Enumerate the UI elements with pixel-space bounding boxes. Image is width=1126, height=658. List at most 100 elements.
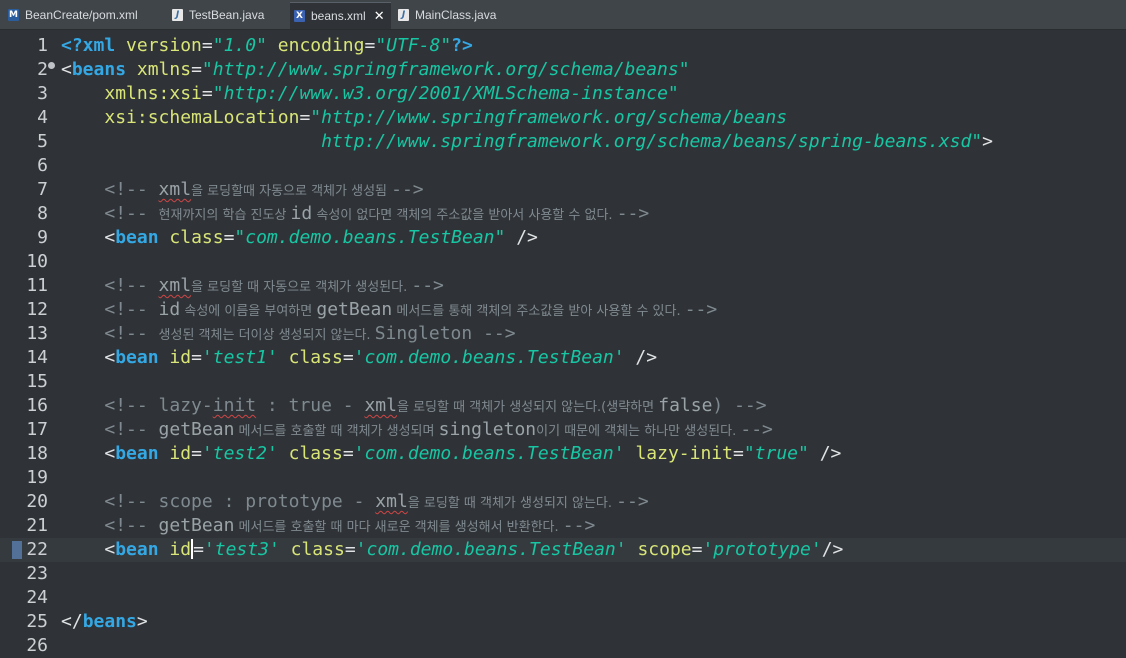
code-token: class xyxy=(288,443,343,464)
fold-marker-icon[interactable] xyxy=(48,62,55,69)
code-line[interactable]: 4 xsi:schemaLocation="http://www.springf… xyxy=(0,106,1126,130)
code-token: "UTF-8" xyxy=(375,35,452,56)
code-line[interactable]: 22 <bean id ='test3' class='com.demo.bean… xyxy=(0,538,1126,562)
code-token: 'test3' xyxy=(203,539,280,560)
line-number: 8 xyxy=(37,203,48,224)
code-line[interactable]: 18 <bean id='test2' class='com.demo.bean… xyxy=(0,442,1126,466)
code-line[interactable]: 3 xmlns:xsi="http://www.w3.org/2001/XMLS… xyxy=(0,82,1126,106)
code-token: --> xyxy=(411,275,444,296)
code-token: id xyxy=(169,539,192,560)
code-text: <!-- getBean 메서드를 호출할 때 마다 새로운 객체를 생성해서 … xyxy=(61,514,595,540)
code-text: <bean class="com.demo.beans.TestBean" /> xyxy=(61,226,538,250)
code-token: xsi:schemaLocation xyxy=(104,107,300,128)
line-number: 20 xyxy=(26,491,48,512)
code-token: = xyxy=(201,35,213,56)
code-token: beans xyxy=(71,59,127,80)
code-line[interactable]: 19 xyxy=(0,466,1126,490)
line-number: 12 xyxy=(26,299,48,320)
code-token: 'com.demo.beans.TestBean' xyxy=(353,443,625,464)
code-token: <!-- xyxy=(104,275,159,296)
code-token: /> xyxy=(624,347,658,368)
editor-tab-bar: M BeanCreate/pom.xml J TestBean.java X b… xyxy=(0,0,1126,30)
line-number: 5 xyxy=(37,131,48,152)
code-line[interactable]: 14 <bean id='test1' class='com.demo.bean… xyxy=(0,346,1126,370)
code-token: "true" xyxy=(743,443,809,464)
code-line[interactable]: 6 xyxy=(0,154,1126,178)
line-number: 4 xyxy=(37,107,48,128)
code-line[interactable]: 9 <bean class="com.demo.beans.TestBean" … xyxy=(0,226,1126,250)
code-line[interactable]: 8 <!-- 현재까지의 학습 진도상 id 속성이 없다면 객체의 주소값을 … xyxy=(0,202,1126,226)
code-token: class xyxy=(290,539,345,560)
code-token: <!-- xyxy=(104,299,159,320)
line-number: 17 xyxy=(26,419,48,440)
code-token: false xyxy=(658,395,713,416)
code-editor[interactable]: 1 <?xml version="1.0" encoding="UTF-8"?> 2… xyxy=(0,30,1126,656)
code-token: xml xyxy=(158,179,192,200)
code-token: = xyxy=(691,539,703,560)
tab-mainclass-java[interactable]: J MainClass.java xyxy=(398,3,496,27)
code-line[interactable]: 1 <?xml version="1.0" encoding="UTF-8"?> xyxy=(0,34,1126,58)
line-number: 24 xyxy=(26,587,48,608)
code-line[interactable]: 15 xyxy=(0,370,1126,394)
code-line[interactable]: 20 <!-- scope : prototype - xml을 로딩할 때 객… xyxy=(0,490,1126,514)
code-token: --> xyxy=(391,179,424,200)
code-token: bean xyxy=(115,539,159,560)
code-token: bean xyxy=(115,443,159,464)
code-token: id xyxy=(169,347,192,368)
code-token: xml xyxy=(158,275,192,296)
tab-testbean-java[interactable]: J TestBean.java xyxy=(172,3,264,27)
code-token: </ xyxy=(61,611,83,632)
code-line[interactable]: 23 xyxy=(0,562,1126,586)
code-text: <!-- xml을 로딩할 때 자동으로 객체가 생성된다. --> xyxy=(61,274,444,300)
code-line[interactable]: 13 <!-- 생성된 객체는 더이상 생성되지 않는다. Singleton … xyxy=(0,322,1126,346)
code-token: 'com.demo.beans.TestBean' xyxy=(353,347,625,368)
code-line[interactable]: 21 <!-- getBean 메서드를 호출할 때 마다 새로운 객체를 생성… xyxy=(0,514,1126,538)
code-token: <!-- xyxy=(104,515,159,536)
code-token: <!-- xyxy=(104,179,159,200)
code-line[interactable]: 24 xyxy=(0,586,1126,610)
code-text: <!-- 생성된 객체는 더이상 생성되지 않는다. Singleton --> xyxy=(61,322,515,348)
code-token: --> xyxy=(562,515,596,536)
code-line[interactable]: 7 <!-- xml을 로딩할때 자동으로 객체가 생성됨 --> xyxy=(0,178,1126,202)
code-line[interactable]: 17 <!-- getBean 메서드를 호출할 때 객체가 생성되며 sing… xyxy=(0,418,1126,442)
code-token: <!-- lazy- xyxy=(104,395,213,416)
code-token: = xyxy=(191,347,202,368)
code-text: <beans xmlns="http://www.springframework… xyxy=(61,58,690,82)
code-text: </beans> xyxy=(61,610,148,634)
code-token: xml xyxy=(364,395,397,416)
code-token: < xyxy=(61,443,116,464)
code-token: < xyxy=(61,59,72,80)
code-token: bean xyxy=(115,227,159,248)
code-line[interactable]: 10 xyxy=(0,250,1126,274)
code-line[interactable]: 12 <!-- id 속성에 이름을 부여하면 getBean 메서드를 통해 … xyxy=(0,298,1126,322)
line-number: 1 xyxy=(37,35,48,56)
code-line[interactable]: 16 <!-- lazy-init : true - xml을 로딩할 때 객체… xyxy=(0,394,1126,418)
code-token: /> xyxy=(821,539,844,560)
tab-pom-xml[interactable]: M BeanCreate/pom.xml xyxy=(8,3,138,27)
code-line[interactable]: 5 http://www.springframework.org/schema/… xyxy=(0,130,1126,154)
tab-beans-xml[interactable]: X beans.xml ✕ xyxy=(290,2,391,29)
code-token: ) --> xyxy=(712,395,767,416)
code-line[interactable]: 25 </beans> xyxy=(0,610,1126,634)
code-line[interactable]: 11 <!-- xml을 로딩할 때 자동으로 객체가 생성된다. --> xyxy=(0,274,1126,298)
code-text: <!-- 현재까지의 학습 진도상 id 속성이 없다면 객체의 주소값을 받아… xyxy=(61,202,649,228)
code-token: = xyxy=(201,83,213,104)
code-line[interactable]: 2 <beans xmlns="http://www.springframewor… xyxy=(0,58,1126,82)
code-token: "http://www.springframework.org/schema/b… xyxy=(201,59,690,80)
close-tab-icon[interactable]: ✕ xyxy=(374,9,385,24)
code-token: 이기 때문에 객체는 하나만 생성된다. xyxy=(536,424,741,439)
code-line[interactable]: 26 xyxy=(0,634,1126,658)
code-text: <!-- xml을 로딩할때 자동으로 객체가 생성됨 --> xyxy=(61,178,424,204)
